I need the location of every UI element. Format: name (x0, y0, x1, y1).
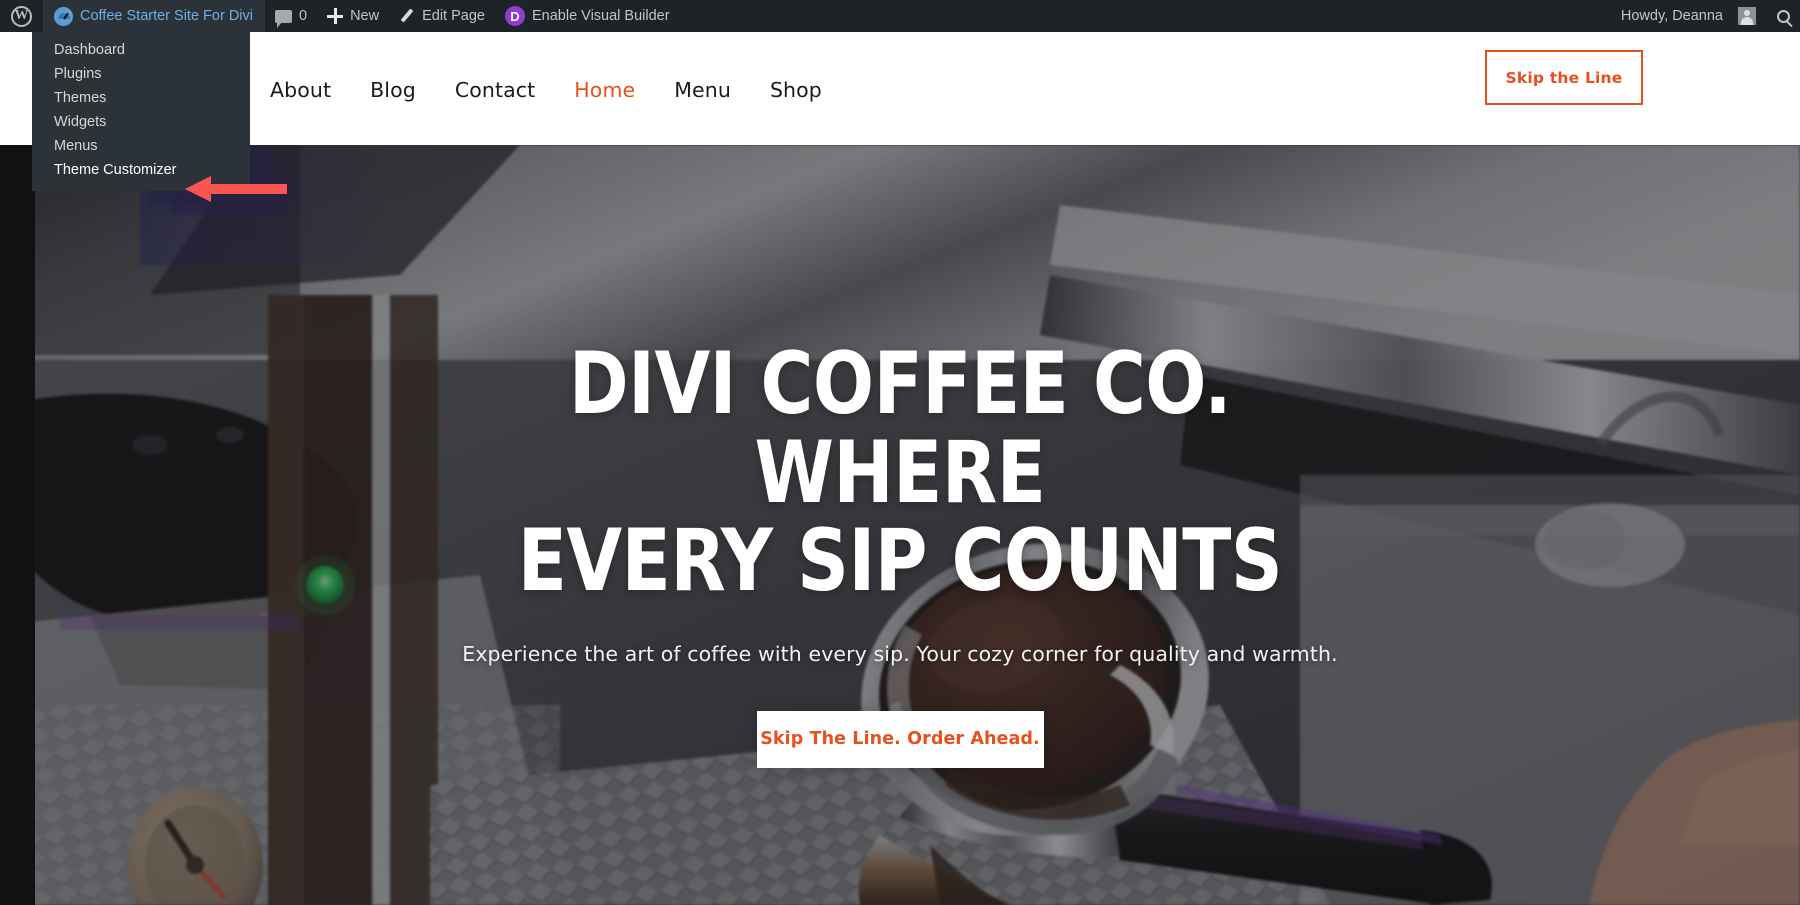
admin-search-button[interactable] (1766, 0, 1800, 32)
new-content-button[interactable]: New (317, 0, 389, 32)
new-label: New (350, 7, 380, 24)
site-header: About Blog Contact Home Menu Shop Skip t… (0, 32, 1800, 145)
site-name-menu[interactable]: Coffee Starter Site For Divi (43, 0, 265, 32)
dropdown-item-label: Menus (54, 137, 98, 154)
page-left-gutter (0, 145, 35, 905)
hero-title-line-2: EVERY SIP COUNTS (517, 511, 1283, 612)
nav-item-blog[interactable]: Blog (370, 78, 416, 102)
plus-icon (327, 8, 344, 24)
dropdown-item-label: Plugins (54, 65, 102, 82)
dropdown-item-menus[interactable]: Menus (32, 134, 250, 158)
hero-subtitle: Experience the art of coffee with every … (462, 641, 1338, 666)
nav-item-contact[interactable]: Contact (455, 78, 535, 102)
dropdown-item-dashboard[interactable]: Dashboard (32, 38, 250, 62)
comment-count: 0 (299, 7, 308, 24)
wordpress-logo-icon (11, 5, 32, 27)
nav-item-home[interactable]: Home (574, 78, 635, 102)
dropdown-item-label: Theme Customizer (54, 161, 177, 178)
header-cta-button[interactable]: Skip the Line (1485, 50, 1643, 105)
pencil-icon (399, 8, 415, 24)
dropdown-item-plugins[interactable]: Plugins (32, 62, 250, 86)
screen: DIVI COFFEE CO. WHERE EVERY SIP COUNTS E… (0, 0, 1800, 905)
wordpress-logo-button[interactable] (0, 0, 43, 32)
hero-cta-button[interactable]: Skip The Line. Order Ahead. (756, 710, 1044, 768)
wp-admin-bar: Coffee Starter Site For Divi 0 New Edit … (0, 0, 1800, 32)
enable-visual-builder-button[interactable]: D Enable Visual Builder (495, 0, 680, 32)
site-name-dropdown-menu: Dashboard Plugins Themes Widgets Menus T… (32, 32, 250, 191)
visual-builder-label: Enable Visual Builder (531, 7, 670, 24)
dropdown-item-label: Widgets (54, 113, 107, 130)
hero-section: DIVI COFFEE CO. WHERE EVERY SIP COUNTS E… (0, 145, 1800, 905)
divi-logo-icon: D (504, 6, 525, 26)
search-icon (1776, 9, 1790, 23)
nav-item-shop[interactable]: Shop (770, 78, 822, 102)
dropdown-item-themes[interactable]: Themes (32, 86, 250, 110)
edit-page-label: Edit Page (422, 7, 485, 24)
hero-title-line-1: DIVI COFFEE CO. WHERE (568, 334, 1232, 523)
dropdown-item-label: Themes (54, 89, 107, 106)
dropdown-item-label: Dashboard (54, 41, 125, 58)
admin-bar-spacer (680, 0, 1611, 32)
comments-button[interactable]: 0 (265, 0, 317, 32)
hero-content: DIVI COFFEE CO. WHERE EVERY SIP COUNTS E… (0, 145, 1800, 905)
comment-bubble-icon (275, 9, 292, 28)
nav-item-menu[interactable]: Menu (674, 78, 731, 102)
dropdown-item-widgets[interactable]: Widgets (32, 110, 250, 134)
hero-title: DIVI COFFEE CO. WHERE EVERY SIP COUNTS (435, 340, 1365, 606)
admin-bar-right: Howdy, Deanna (1611, 0, 1800, 32)
primary-navigation: About Blog Contact Home Menu Shop (270, 78, 822, 102)
my-account-menu[interactable]: Howdy, Deanna (1611, 0, 1766, 32)
avatar (1738, 7, 1756, 25)
howdy-label: Howdy, Deanna (1620, 7, 1723, 24)
edit-page-button[interactable]: Edit Page (389, 0, 495, 32)
dashboard-speedometer-icon (54, 6, 73, 26)
nav-item-about[interactable]: About (270, 78, 331, 102)
site-name-label: Coffee Starter Site For Divi (80, 7, 253, 24)
annotation-arrow-icon (185, 176, 287, 202)
